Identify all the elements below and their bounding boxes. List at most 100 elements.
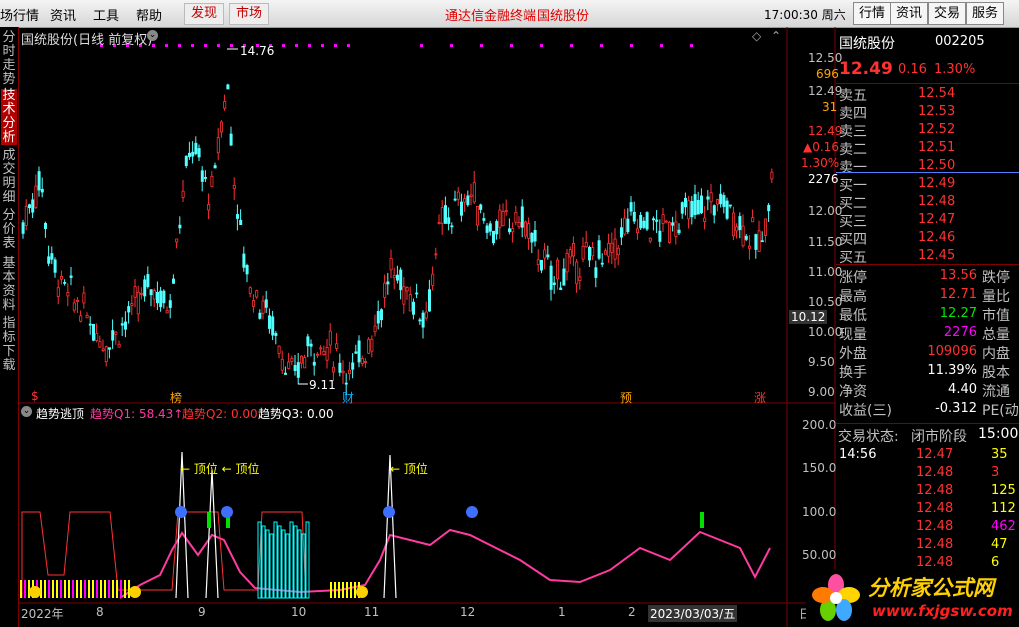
candle-body [108,347,112,350]
diamond-icon[interactable]: ◇ [752,29,761,43]
info-button[interactable]: 资讯 [890,2,929,25]
candle-body [488,223,492,232]
tab-technical-analysis[interactable]: 技术分析 [1,89,17,145]
price-change: 0.16 [898,62,927,77]
menu-bar: 场行情 资讯 工具 帮助 发现 市场 通达信金融终端 国统股份 17:00:30… [0,0,1019,28]
ask-price: 12.50 [918,158,956,173]
volume-bar [293,525,298,599]
candle-body [63,281,67,284]
candle-body [34,185,38,208]
tab-price-table[interactable]: 分价表 [1,209,17,251]
signal-dot [230,44,233,47]
tab-trade-detail[interactable]: 成交明细 [1,149,17,205]
candle-body [210,175,214,187]
candle-body [258,312,262,319]
trade-button[interactable]: 交易 [928,2,967,25]
ask-label: 卖一 [839,160,867,176]
candle-body [264,299,268,308]
stat-right-label: 流通 [982,384,1010,400]
smile-icon [356,586,368,598]
price-axis-label: 9.50 [808,355,835,369]
discover-button[interactable]: 发现 [184,3,225,25]
stat-value: 4.40 [948,382,977,397]
tick-volume: 112 [991,501,1016,516]
candle-body [267,315,271,329]
event-marker[interactable]: 财 [342,389,354,406]
candle-body [620,227,624,238]
volume-bar [104,580,106,598]
signal-dot [480,44,483,47]
menu-help[interactable]: 帮助 [136,5,162,24]
indicator-name[interactable]: 趋势逃顶 [36,405,84,422]
candle-body [203,177,207,179]
event-marker[interactable]: 榜 [170,389,182,406]
quote-button[interactable]: 行情 [853,2,892,25]
chevron-up-icon[interactable]: ⌃ [771,29,781,43]
candle-body [581,245,585,260]
candle-body [223,101,227,109]
menu-info[interactable]: 资讯 [50,5,76,24]
stock-title: 国统股份 [537,9,590,24]
volume-bar [48,580,50,598]
candle-body [735,226,739,232]
event-marker[interactable]: $ [31,389,39,403]
tick-time: 14:56 [839,447,877,462]
signal-dot [570,44,573,47]
side-value: ▲0.16 [803,140,839,154]
candle-body [56,287,60,297]
market-button[interactable]: 市场 [229,3,270,25]
tab-basic-info[interactable]: 基本资料 [1,257,17,313]
menu-market-quotes[interactable]: 场行情 [0,5,39,24]
chevron-down-icon[interactable]: ⌄ [21,406,32,417]
candle-body [677,229,681,234]
signal-dot [165,44,168,47]
menu-tools[interactable]: 工具 [93,5,119,24]
candle-body [405,287,409,292]
signal-dot [282,44,285,47]
event-marker[interactable]: 预 [620,389,632,406]
candle-body [229,133,233,146]
candle-body [549,265,553,290]
volume-bar [92,580,94,598]
candle-body [591,247,595,257]
candle-body [703,217,707,222]
volume-bar [36,580,38,598]
tab-time-sharing[interactable]: 分时走势 [1,31,17,87]
candle-body [600,262,604,265]
candle-body [565,252,569,273]
candle-body [130,303,134,306]
candle-body [120,323,124,326]
candle-body [274,333,278,336]
candle-body [632,211,636,222]
candle-body [373,325,377,333]
candle-body [447,217,451,224]
tab-indicator-download[interactable]: 指标下载 [1,317,17,373]
trade-status-label: 交易状态: [838,429,899,445]
candle-body [376,311,380,324]
ask-label: 卖二 [839,142,867,158]
candle-body [507,228,511,233]
candle-body [684,197,688,208]
stat-right-label: 股本 [982,365,1010,381]
candle-body [136,291,140,315]
volume-bar [261,525,266,599]
volume-bar [32,580,34,598]
service-button[interactable]: 服务 [966,2,1005,25]
candle-body [194,142,198,155]
candle-body [287,361,291,369]
candle-body [124,321,128,330]
candle-body [293,365,297,372]
candle-body [360,358,364,365]
date-label: 9 [198,605,206,619]
chevron-down-icon[interactable]: ⌄ [147,30,158,41]
tick-price: 12.47 [916,447,954,462]
event-marker[interactable]: 涨 [754,389,766,406]
candle-body [732,212,736,237]
candle-body [559,287,563,290]
volume-bar [96,580,98,598]
candle-body [127,306,131,313]
volume-bar [100,580,102,598]
candle-body [757,230,761,252]
candle-body [367,338,371,354]
candle-body [178,224,182,229]
